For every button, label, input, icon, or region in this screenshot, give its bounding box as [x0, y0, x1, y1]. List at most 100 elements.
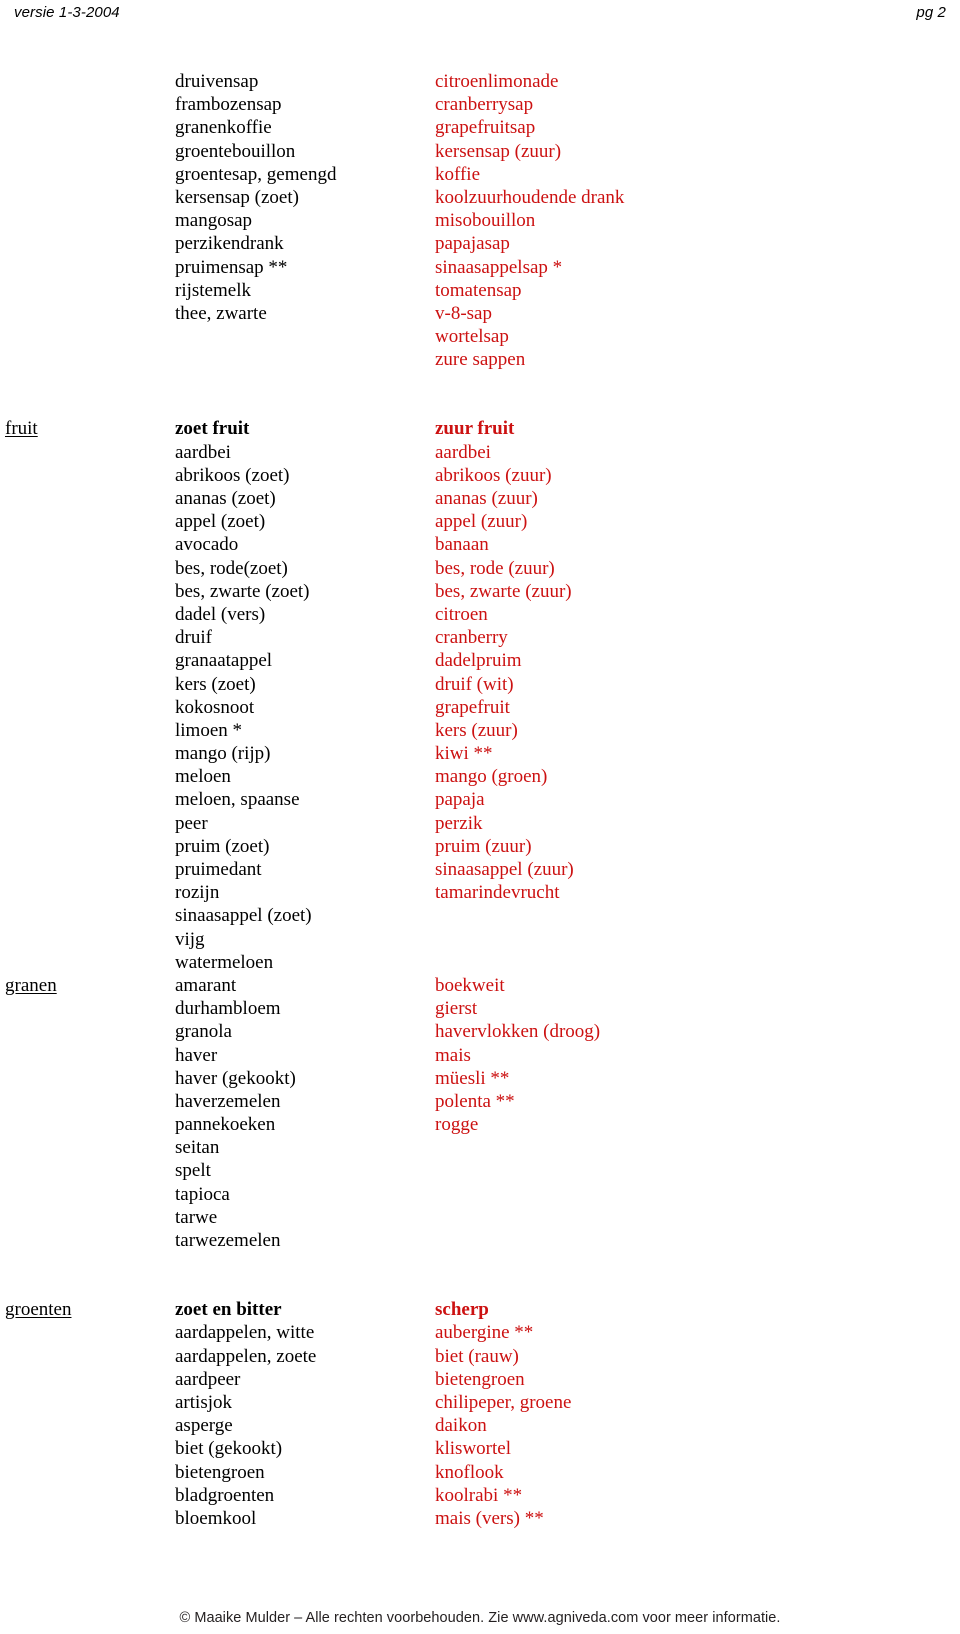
version-label: versie 1-3-2004	[14, 4, 120, 21]
food-item-sour: mais	[435, 1044, 471, 1066]
table-row: haver (gekookt) müesli **	[0, 1067, 960, 1090]
table-row: granaatappel dadelpruim	[0, 649, 960, 672]
food-item-sweet: appel (zoet)	[175, 511, 266, 533]
food-item-sweet: seitan	[175, 1137, 220, 1159]
table-row: bloemkool mais (vers) **	[0, 1507, 960, 1530]
table-row: kers (zoet) druif (wit)	[0, 673, 960, 696]
food-item-sour: abrikoos (zuur)	[435, 464, 552, 486]
food-item-sour: kiwi **	[435, 743, 493, 765]
table-row: ananas (zoet) ananas (zuur)	[0, 487, 960, 510]
food-item-sweet: peer	[175, 812, 208, 834]
food-item-sweet: tarwe	[175, 1206, 218, 1228]
table-row: granenkoffie grapefruitsap	[0, 116, 960, 139]
category-label-groenten: groenten	[0, 1298, 175, 1321]
food-item-sour: cranberrysap	[435, 94, 534, 116]
table-row: aardappelen, witte aubergine **	[0, 1321, 960, 1344]
food-item-sour: misobouillon	[435, 210, 536, 232]
food-item-sour: koffie	[435, 163, 481, 185]
table-row: haver mais	[0, 1044, 960, 1067]
food-item-sweet: aardappelen, witte	[175, 1322, 315, 1344]
table-row: abrikoos (zoet) abrikoos (zuur)	[0, 464, 960, 487]
food-item-sour: grapefruit	[435, 696, 510, 718]
food-item-sour: daikon	[435, 1415, 487, 1437]
food-item-sour: v-8-sap	[435, 302, 492, 324]
food-item-sour: kliswortel	[435, 1438, 511, 1460]
food-item-sweet: rijstemelk	[175, 279, 251, 301]
food-category-table: druivensap citroenlimonade frambozensap cra…	[0, 70, 960, 1530]
food-item-sour: ananas (zuur)	[435, 488, 538, 509]
food-item-sour: citroen	[435, 603, 488, 625]
food-item-sour: grapefruitsap	[435, 117, 536, 139]
food-item-sweet: tapioca	[175, 1183, 230, 1205]
table-row: pannekoeken rogge	[0, 1113, 960, 1136]
table-row: granola havervlokken (droog)	[0, 1020, 960, 1043]
food-item-sweet: watermeloen	[175, 951, 274, 973]
food-item-sour: pruim (zuur)	[435, 835, 532, 857]
food-item-sweet: groentebouillon	[175, 140, 296, 162]
food-item-sweet: mango (rijp)	[175, 743, 271, 765]
table-row: mangosap misobouillon	[0, 209, 960, 232]
column-header-sweet: zoet en bitter	[175, 1299, 282, 1321]
food-item-sour: gierst	[435, 998, 478, 1020]
food-item-sour: chilipeper, groene	[435, 1391, 572, 1413]
food-item-sweet: perzikendrank	[175, 233, 284, 255]
food-item-sweet: durhambloem	[175, 998, 281, 1020]
food-item-sweet: asperge	[175, 1415, 233, 1437]
table-row: perzikendrank papajasap	[0, 232, 960, 255]
table-row: bietengroen knoflook	[0, 1461, 960, 1484]
table-row: kersensap (zoet) koolzuurhoudende drank	[0, 186, 960, 209]
food-item-sour: tamarindevrucht	[435, 882, 560, 904]
food-item-sour: boekweit	[435, 974, 505, 996]
table-row: haverzemelen polenta **	[0, 1090, 960, 1113]
food-item-sweet: kers (zoet)	[175, 673, 256, 695]
food-item-sweet: druif	[175, 627, 212, 649]
page-number-label: pg 2	[916, 4, 946, 21]
food-item-sweet: pruimensap **	[175, 256, 288, 278]
table-row: wortelsap	[0, 325, 960, 348]
table-row: appel (zoet) appel (zuur)	[0, 510, 960, 533]
table-row: pruim (zoet) pruim (zuur)	[0, 835, 960, 858]
food-item-sweet: granola	[175, 1021, 232, 1043]
food-item-sweet: avocado	[175, 534, 239, 556]
section-rows: granen amarant boekweit durhambloem gierst gr…	[0, 974, 960, 1252]
table-row: druif cranberry	[0, 626, 960, 649]
food-item-sour: müesli **	[435, 1067, 510, 1089]
food-item-sweet: limoen *	[175, 719, 243, 741]
food-item-sweet: pruimedant	[175, 859, 262, 880]
column-header-sour: zuur fruit	[435, 418, 515, 440]
table-row: spelt	[0, 1159, 960, 1182]
table-row: dadel (vers) citroen	[0, 603, 960, 626]
food-item-sour: sinaasappel (zuur)	[435, 859, 574, 880]
table-row: limoen * kers (zuur)	[0, 719, 960, 742]
food-item-sweet: amarant	[175, 974, 237, 996]
section-rows: druivensap citroenlimonade frambozensap cra…	[0, 70, 960, 371]
food-item-sweet: aardpeer	[175, 1368, 241, 1390]
table-row: durhambloem gierst	[0, 997, 960, 1020]
table-row: bladgroenten koolrabi **	[0, 1484, 960, 1507]
table-row: frambozensap cranberrysap	[0, 93, 960, 116]
food-item-sweet: kersensap (zoet)	[175, 186, 299, 208]
table-row: aardappelen, zoete biet (rauw)	[0, 1345, 960, 1368]
table-row: granen amarant boekweit	[0, 974, 960, 997]
food-item-sweet: sinaasappel (zoet)	[175, 905, 312, 927]
food-item-sour: kers (zuur)	[435, 719, 518, 741]
food-item-sweet: rozijn	[175, 882, 220, 904]
column-header-sweet: zoet fruit	[175, 418, 250, 440]
table-row: pruimedant sinaasappel (zuur)	[0, 858, 960, 881]
table-row: sinaasappel (zoet)	[0, 904, 960, 927]
food-item-sour: havervlokken (droog)	[435, 1021, 601, 1043]
table-row: avocado banaan	[0, 533, 960, 556]
food-item-sour: bes, rode (zuur)	[435, 557, 555, 579]
food-item-sour: druif (wit)	[435, 673, 514, 695]
food-item-sour: perzik	[435, 812, 483, 834]
food-item-sour: cranberry	[435, 627, 508, 649]
table-row: meloen, spaanse papaja	[0, 788, 960, 811]
food-item-sour: papaja	[435, 789, 485, 811]
food-item-sweet: artisjok	[175, 1391, 232, 1413]
food-item-sour: tomatensap	[435, 279, 522, 301]
food-item-sweet: bietengroen	[175, 1461, 265, 1483]
table-row: biet (gekookt) kliswortel	[0, 1437, 960, 1460]
category-label-text: fruit	[5, 418, 38, 440]
food-item-sweet: bloemkool	[175, 1507, 257, 1529]
